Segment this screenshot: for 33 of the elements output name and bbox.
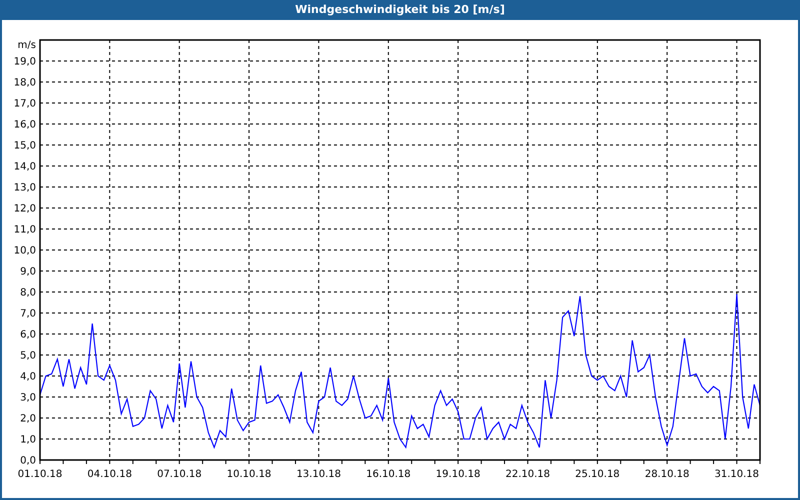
x-tick-label: 07.10.18 [157,469,202,480]
x-tick-label: 10.10.18 [226,469,272,480]
x-tick-label: 31.10.18 [714,469,760,480]
y-tick-label: 9,0 [20,266,36,278]
y-tick-label: 6,0 [20,330,36,340]
y-tick-label: 15,0 [14,140,36,152]
y-tick-label: 19,0 [14,56,36,68]
x-tick-label: 25.10.18 [575,469,620,480]
y-tick-label: 0,0 [20,456,36,466]
x-tick-label: 13.10.18 [296,469,341,480]
y-tick-label: 3,0 [20,392,36,404]
y-tick-label: 18,0 [14,78,36,88]
y-tick-label: 16,0 [14,120,36,130]
window-title: Windgeschwindigkeit bis 20 [m/s] [2,0,798,20]
y-tick-label: 2,0 [20,414,36,424]
y-tick-label: 1,0 [20,434,36,446]
y-tick-label: 12,0 [14,204,36,214]
y-tick-label: 13,0 [14,182,36,194]
y-tick-label: 4,0 [20,372,36,382]
y-tick-label: 14,0 [14,162,36,172]
y-tick-label: 17,0 [14,98,36,110]
y-tick-label: 11,0 [14,224,36,236]
x-tick-label: 01.10.18 [18,469,62,480]
axis-unit-label: m/s [18,40,36,51]
x-tick-label: 19.10.18 [436,469,480,480]
y-tick-label: 5,0 [20,350,36,362]
y-tick-label: 10,0 [14,246,36,256]
x-tick-label: 28.10.18 [644,469,690,480]
x-tick-label: 16.10.18 [366,469,411,480]
x-tick-label: 22.10.18 [505,469,550,480]
y-tick-label: 7,0 [20,308,36,320]
y-tick-label: 8,0 [20,288,36,298]
x-tick-label: 04.10.18 [87,469,132,480]
